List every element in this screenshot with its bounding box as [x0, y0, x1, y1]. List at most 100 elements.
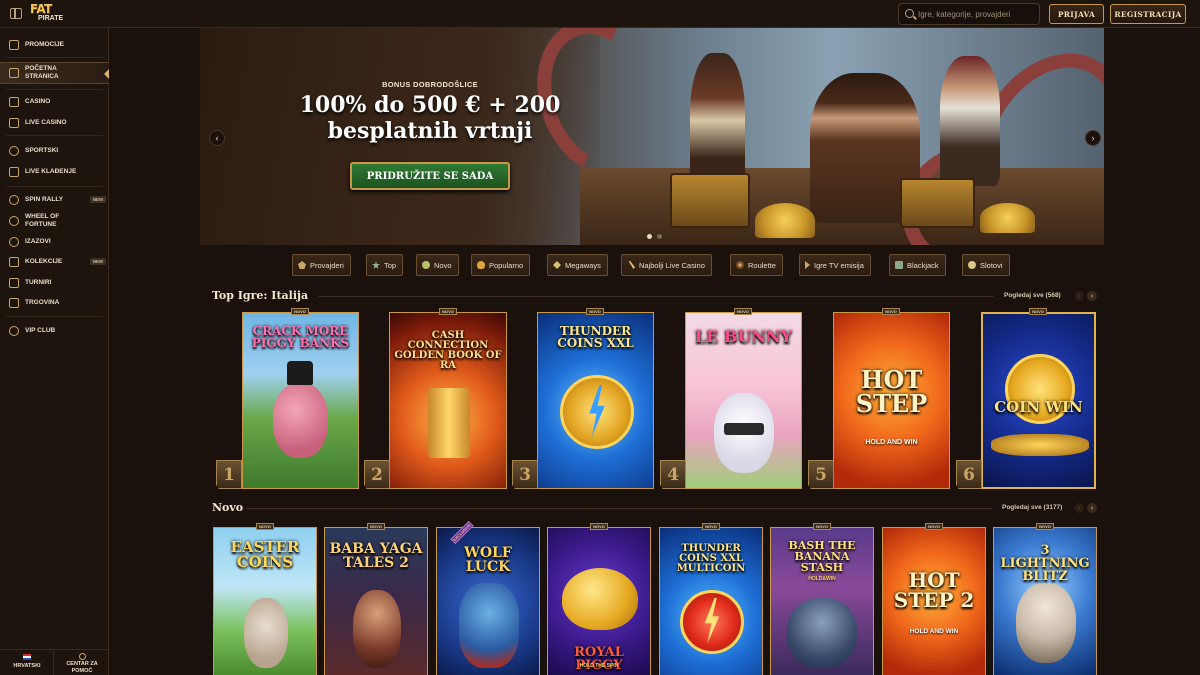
sidebar-item-wheel-of-fortune[interactable]: WHEEL OF FORTUNE [0, 211, 109, 231]
category-chip-roulette[interactable]: Roulette [730, 254, 783, 276]
game-card[interactable]: BASH THE BANANA STASH HOLD&WIN [770, 527, 874, 675]
category-label: Popularno [489, 260, 524, 270]
chevron-left-icon: ‹ [215, 133, 219, 143]
game-card[interactable]: 3 LIGHTNING BLITZ [993, 527, 1097, 675]
sidebar-item-label: SPIN RALLY [25, 196, 64, 203]
sidebar-divider [6, 186, 103, 187]
join-now-button[interactable]: PRIDRUŽITE SE SADA [350, 162, 510, 190]
category-label: Novo [434, 260, 452, 270]
help-center-button[interactable]: CENTAR ZA POMOĆ [55, 650, 109, 675]
sidebar-item-label: TRGOVINA [25, 299, 60, 306]
new-badge: NEW [90, 196, 106, 203]
game-card[interactable]: COIN WIN [981, 312, 1096, 489]
rank-number: 5 [808, 460, 834, 489]
category-label: Megaways [565, 260, 601, 270]
pig-illustration [273, 383, 328, 458]
chevron-left-icon: ‹ [1077, 292, 1081, 300]
game-subtitle: HOLD&WIN [808, 576, 836, 582]
sidebar-toggle-icon[interactable] [10, 8, 22, 19]
fire-icon [477, 261, 485, 269]
game-card[interactable]: HOT STEP 2 HOLD AND WIN [882, 527, 986, 675]
live-casino-icon [628, 261, 635, 269]
rank-number: 3 [512, 460, 538, 489]
section-divider [318, 296, 994, 297]
hero-prev-button[interactable]: ‹ [209, 130, 225, 146]
hero-next-button[interactable]: › [1085, 130, 1101, 146]
challenge-icon [9, 237, 19, 247]
category-chip-top[interactable]: Top [366, 254, 404, 276]
hero-banner[interactable]: BONUS DOBRODOŠLICE 100% do 500 € + 200 b… [200, 28, 1104, 245]
game-card[interactable]: THUNDER COINS XXL [537, 312, 654, 489]
sidebar-item-live-casino[interactable]: LIVE CASINO [0, 116, 109, 130]
sidebar-footer: HRVATSKI CENTAR ZA POMOĆ [0, 649, 109, 675]
sidebar-item-collections[interactable]: KOLEKCIJE NEW [0, 255, 109, 269]
category-chip-tv-shows[interactable]: Igre TV emisija [799, 254, 871, 276]
sidebar-item-label: IZAZOVI [25, 238, 51, 245]
see-all-new-games-link[interactable]: Pogledaj sve (3177) [1002, 504, 1062, 511]
sidebar-divider [6, 316, 103, 317]
rank-number: 2 [364, 460, 390, 489]
hero-dot[interactable] [657, 234, 662, 239]
see-all-top-games-link[interactable]: Pogledaj sve (568) [1004, 292, 1061, 299]
search-box[interactable] [898, 3, 1040, 25]
top-games-prev-button[interactable]: ‹ [1074, 291, 1084, 301]
category-chip-blackjack[interactable]: Blackjack [889, 254, 946, 276]
sidebar-divider [6, 89, 103, 90]
sidebar-item-sports[interactable]: SPORTSKI [0, 144, 109, 158]
game-card[interactable]: LE BUNNY [685, 312, 802, 489]
section-divider [246, 508, 992, 509]
sidebar-item-live-betting[interactable]: LIVE KLAĐENJE [0, 165, 109, 179]
game-card[interactable]: CRACK MORE PIGGY BANKS [242, 312, 359, 489]
login-button[interactable]: PRIJAVA [1049, 4, 1104, 24]
logo[interactable]: FAT PIRATE [30, 3, 68, 25]
game-card[interactable]: HOT STEP HOLD AND WIN [833, 312, 950, 489]
new-games-prev-button[interactable]: ‹ [1074, 503, 1084, 513]
logo-top-text: FAT [30, 2, 52, 16]
category-chip-new[interactable]: Novo [416, 254, 459, 276]
sidebar-item-vip-club[interactable]: VIP CLUB [0, 324, 109, 338]
game-title: BABA YAGA TALES 2 [329, 541, 423, 571]
sidebar-item-casino[interactable]: CASINO [0, 95, 109, 109]
sidebar-item-spin-rally[interactable]: SPIN RALLY NEW [0, 193, 109, 207]
croatia-flag-icon [23, 654, 31, 660]
top-games-next-button[interactable]: › [1087, 291, 1097, 301]
treasure-chest-illustration [900, 178, 975, 228]
game-card[interactable]: EASTER COINS [213, 527, 317, 675]
register-button[interactable]: REGISTRACIJA [1110, 4, 1186, 24]
wheel-icon [9, 216, 19, 226]
new-badge: NOVO [882, 308, 900, 315]
chevron-right-icon: › [1090, 504, 1094, 512]
sidebar-item-challenges[interactable]: IZAZOVI [0, 235, 109, 249]
sidebar-item-promotions[interactable]: PROMOCIJE [0, 38, 109, 52]
rank-number: 4 [660, 460, 686, 489]
game-card[interactable]: CASH CONNECTION GOLDEN BOOK OF RA [389, 312, 507, 489]
game-card[interactable]: THUNDER COINS XXL MULTICOIN [659, 527, 763, 675]
game-card[interactable]: BABA YAGA TALES 2 [324, 527, 428, 675]
new-games-next-button[interactable]: › [1087, 503, 1097, 513]
top-bar: FAT PIRATE PRIJAVA REGISTRACIJA [0, 0, 1200, 28]
game-title: THUNDER COINS XXL MULTICOIN [676, 543, 746, 574]
category-chip-megaways[interactable]: Megaways [547, 254, 608, 276]
category-chip-providers[interactable]: Provajderi [292, 254, 351, 276]
language-selector[interactable]: HRVATSKI [0, 650, 54, 675]
hero-title-line-2: besplatnih vrtnji [327, 118, 533, 144]
search-icon [905, 9, 914, 18]
new-badge: NOVO [1029, 308, 1047, 315]
game-card[interactable]: WOLF LUCK [436, 527, 540, 675]
hero-subtitle: BONUS DOBRODOŠLICE [382, 80, 478, 89]
hero-dot-active[interactable] [647, 234, 652, 239]
slots-icon [968, 261, 976, 269]
cards-icon [9, 118, 19, 128]
sidebar-item-shop[interactable]: TRGOVINA [0, 296, 109, 310]
game-title: CRACK MORE PIGGY BANKS [251, 324, 350, 350]
category-chip-popular[interactable]: Popularno [471, 254, 531, 276]
game-subtitle: HOLD THE SPIN [579, 663, 619, 669]
category-chip-best-live-casino[interactable]: Najbolji Live Casino [621, 254, 712, 276]
game-card[interactable]: ROYAL PIGGY HOLD THE SPIN [547, 527, 651, 675]
search-input[interactable] [918, 7, 1036, 21]
category-chip-slots[interactable]: Slotovi [962, 254, 1010, 276]
sidebar-item-label: CASINO [25, 98, 51, 105]
sidebar-item-home[interactable]: POČETNA STRANICA [0, 62, 109, 84]
sidebar-item-label: WHEEL OF FORTUNE [25, 213, 60, 228]
sidebar-item-tournaments[interactable]: TURNIRI [0, 276, 109, 290]
